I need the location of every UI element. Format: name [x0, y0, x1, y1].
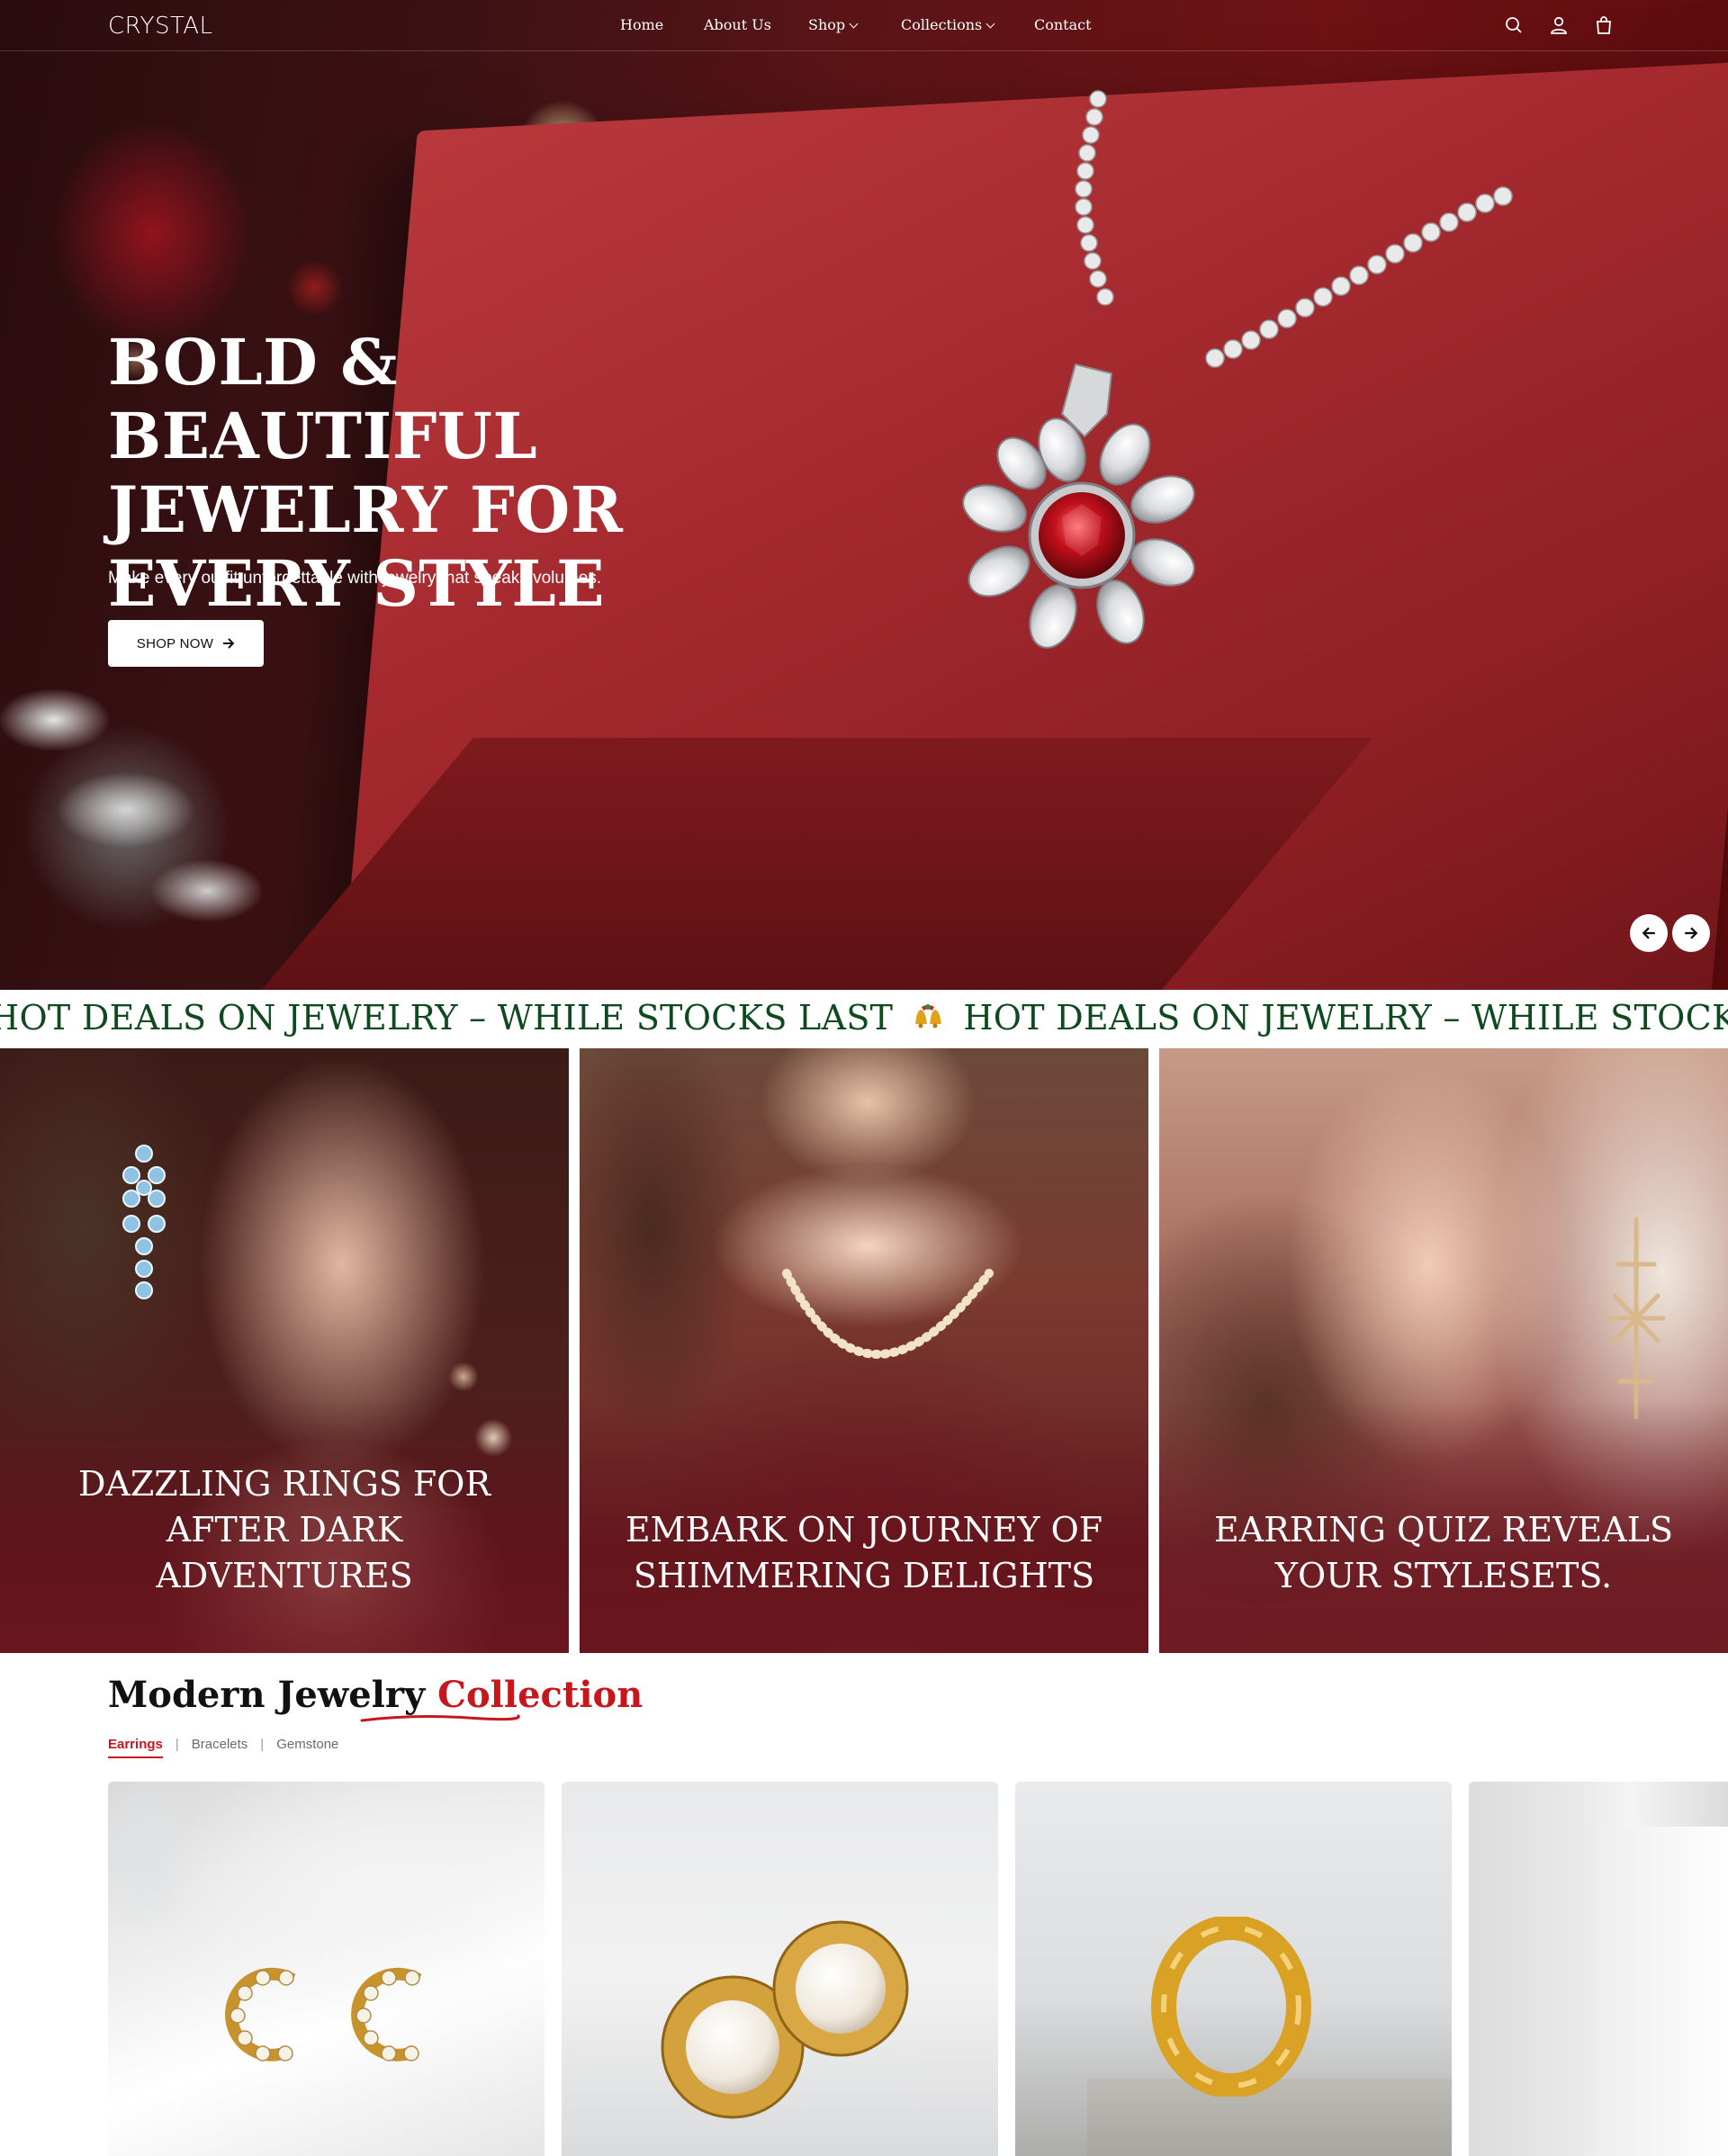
tab-divider: |: [175, 1737, 179, 1752]
collection-title: Modern Jewelry Collection: [108, 1674, 643, 1716]
snowflake-earring-image: [1606, 1217, 1666, 1420]
chevron-down-icon: [849, 19, 859, 29]
slider-prev-button[interactable]: [1630, 914, 1668, 952]
promo-title: EMBARK ON JOURNEY OF SHIMMERING DELIGHTS: [625, 1510, 1103, 1595]
product-card-gold-ring[interactable]: [1015, 1782, 1452, 2156]
announcement-marquee: HOT DEALS ON JEWELRY – WHILE STOCKS LAST…: [0, 990, 1728, 1048]
arrow-right-icon: [223, 638, 235, 649]
shop-now-label: SHOP NOW: [136, 635, 214, 651]
promo-title: EARRING QUIZ REVEALS YOUR STYLESETS.: [1213, 1510, 1673, 1595]
promo-title: DAZZLING RINGS FOR AFTER DARK ADVENTURES: [77, 1464, 491, 1595]
marquee-text: HOT DEALS ON JEWELRY – WHILE STOCKS LAST: [963, 998, 1728, 1038]
hero-subtitle: Make every outfit unforgettable with jew…: [108, 569, 602, 588]
tab-bracelets[interactable]: Bracelets: [192, 1737, 248, 1752]
promo-card-rings[interactable]: DAZZLING RINGS FOR AFTER DARK ADVENTURES: [0, 1048, 569, 1653]
pearl-cluster-earrings-image: [661, 1920, 909, 2119]
user-icon[interactable]: [1548, 14, 1570, 36]
cart-icon[interactable]: [1593, 14, 1615, 36]
site-header: CRYSTAL Home About Us Shop Collections C…: [0, 0, 1728, 51]
tab-earrings[interactable]: Earrings: [108, 1737, 163, 1758]
nav-home[interactable]: Home: [620, 16, 663, 33]
collection-tabs: Earrings | Bracelets | Gemstone: [108, 1737, 338, 1758]
pinecone-decoration: [0, 630, 324, 990]
nav-collections[interactable]: Collections: [901, 16, 995, 33]
promo-card-necklace[interactable]: EMBARK ON JOURNEY OF SHIMMERING DELIGHTS: [580, 1048, 1148, 1653]
search-icon[interactable]: [1503, 14, 1525, 36]
shop-now-button[interactable]: SHOP NOW: [108, 620, 264, 667]
earring-image: [122, 1145, 166, 1299]
arrow-left-icon: [1642, 927, 1655, 939]
gold-ring-image: [1151, 1917, 1311, 2097]
product-card-necklace-display[interactable]: [1469, 1782, 1728, 2156]
product-card-pearl-cluster-earrings[interactable]: [562, 1782, 998, 2156]
promo-card-earrings[interactable]: EARRING QUIZ REVEALS YOUR STYLESETS.: [1159, 1048, 1728, 1653]
main-nav: Home About Us Shop Collections Contact: [0, 0, 1728, 50]
bells-icon: [915, 1003, 942, 1028]
tab-gemstone[interactable]: Gemstone: [276, 1737, 338, 1752]
nav-contact[interactable]: Contact: [1034, 16, 1092, 33]
marquee-text: HOT DEALS ON JEWELRY – WHILE STOCKS LAST: [0, 998, 894, 1038]
ruby-pendant-image: [962, 363, 1195, 649]
arrow-right-icon: [1685, 927, 1698, 939]
collection-title-text: Modern Jewelry: [108, 1674, 438, 1716]
nav-about-us[interactable]: About Us: [704, 16, 771, 33]
product-card-pearl-hoop-earrings[interactable]: [108, 1782, 544, 2156]
marquee-track: HOT DEALS ON JEWELRY – WHILE STOCKS LAST…: [0, 998, 1728, 1038]
collection-title-accent: Collection: [437, 1674, 644, 1716]
title-underline-decoration: [360, 1714, 520, 1722]
display-stand: [1595, 1827, 1728, 2156]
tab-divider: |: [260, 1737, 265, 1752]
nav-shop[interactable]: Shop: [808, 16, 859, 33]
chevron-down-icon: [986, 19, 995, 29]
pearl-hoop-earrings-image: [225, 1967, 422, 2062]
slider-next-button[interactable]: [1672, 914, 1710, 952]
